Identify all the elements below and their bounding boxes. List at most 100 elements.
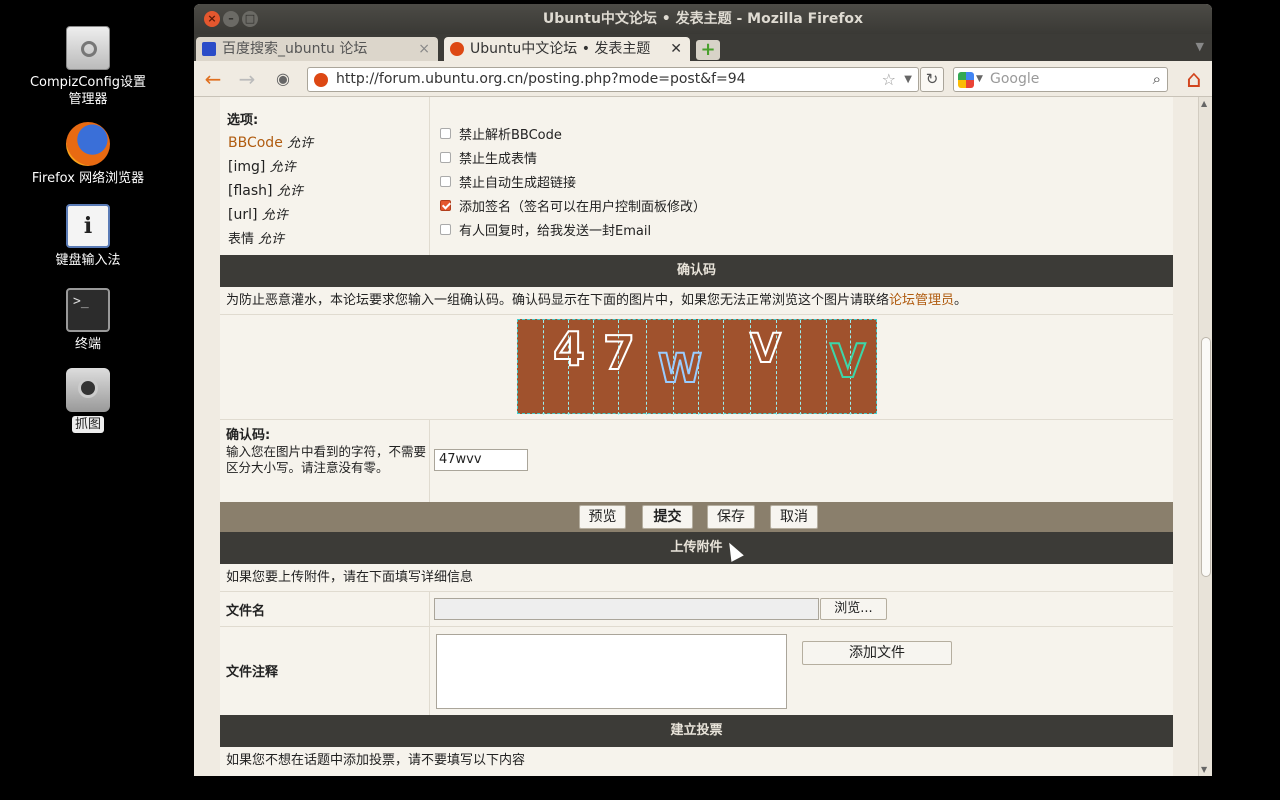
search-placeholder: Google (990, 71, 1040, 87)
search-engine-dropdown-icon[interactable]: ▼ (976, 68, 983, 91)
bookmark-star-icon[interactable]: ☆ (882, 68, 896, 91)
perm-smilies: 表情 允许 (228, 228, 284, 247)
add-file-button[interactable]: 添加文件 (802, 641, 952, 665)
forum-admin-link[interactable]: 论坛管理员 (889, 293, 954, 308)
checkbox[interactable] (440, 224, 451, 235)
history-dropdown-icon[interactable]: ▼ (904, 68, 912, 91)
captcha-notice-end: 。 (954, 293, 968, 308)
forward-button[interactable]: → (234, 67, 260, 91)
close-tab-icon[interactable]: × (418, 37, 430, 61)
filename-label: 文件名 (226, 604, 266, 619)
desktop-icon-label: 键盘输入法 (55, 253, 121, 268)
perm-state: 允许 (261, 208, 288, 223)
url-bar[interactable]: http://forum.ubuntu.org.cn/posting.php?m… (307, 67, 919, 92)
checkbox-checked[interactable] (440, 200, 451, 211)
desktop-icon-label: 抓图 (71, 416, 104, 433)
close-tab-icon[interactable]: ✕ (670, 37, 682, 61)
perm-state: 允许 (269, 160, 296, 175)
captcha-hint: 输入您在图片中看到的字符，不需要区分大小写。请注意没有零。 (226, 444, 427, 475)
new-tab-button[interactable]: + (696, 40, 720, 60)
perm-bbcode: BBCode 允许 (228, 132, 313, 151)
option-label: 禁止自动生成超链接 (459, 176, 577, 191)
scroll-up-icon[interactable]: ▲ (1201, 99, 1207, 108)
checkbox[interactable] (440, 176, 451, 187)
reload-button[interactable]: ↻ (920, 67, 944, 92)
page-content: 选项: BBCode 允许 [img] 允许 [flash] 允许 [url] … (194, 97, 1198, 776)
file-path-input[interactable] (434, 598, 819, 620)
back-button[interactable]: ← (200, 67, 226, 91)
page-scrollbar[interactable]: ▲ ▼ (1198, 97, 1212, 776)
file-comment-row: 文件注释 添加文件 (220, 627, 1173, 715)
captcha-notice: 为防止恶意灌水，本论坛要求您输入一组确认码。确认码显示在下面的图片中，如果您无法… (220, 287, 1173, 315)
baidu-icon (202, 42, 216, 56)
feedback-icon[interactable]: ◉ (270, 67, 296, 91)
ubuntu-icon (450, 42, 464, 56)
tab-baidu-search[interactable]: 百度搜索_ubuntu 论坛 × (196, 37, 438, 61)
tab-list-chevron-icon[interactable]: ▼ (1196, 40, 1204, 53)
desktop-icon-label: 终端 (74, 337, 101, 352)
minimize-window-button[interactable]: – (223, 11, 239, 27)
perm-name: [url] (228, 207, 258, 223)
captcha-input-row: 确认码: 输入您在图片中看到的字符，不需要区分大小写。请注意没有零。 47wvv (220, 420, 1173, 502)
screenshot-icon (66, 368, 110, 412)
attachments-section-header: 上传附件 (220, 532, 1173, 564)
desktop-icon-terminal[interactable]: >_ 终端 (18, 288, 158, 353)
captcha-notice-text: 为防止恶意灌水，本论坛要求您输入一组确认码。确认码显示在下面的图片中，如果您无法… (226, 293, 890, 308)
tab-ubuntu-forum-post[interactable]: Ubuntu中文论坛 • 发表主题 ✕ (444, 37, 690, 61)
checkbox[interactable] (440, 152, 451, 163)
checkbox[interactable] (440, 128, 451, 139)
option-disable-bbcode[interactable]: 禁止解析BBCode (440, 124, 562, 143)
captcha-label-block: 确认码: 输入您在图片中看到的字符，不需要区分大小写。请注意没有零。 (226, 428, 426, 476)
option-disable-magic-url[interactable]: 禁止自动生成超链接 (440, 172, 576, 191)
google-icon[interactable] (958, 72, 974, 88)
file-comment-textarea[interactable] (436, 634, 787, 709)
captcha-image: 4 7 W V V (517, 319, 877, 415)
captcha-label: 确认码: (226, 428, 271, 443)
perm-state: 允许 (287, 136, 314, 151)
desktop-icon-compizconfig[interactable]: CompizConfig设置 管理器 (18, 26, 158, 108)
save-button[interactable]: 保存 (707, 505, 755, 529)
desktop-icon-label: CompizConfig设置 管理器 (29, 75, 147, 107)
search-bar[interactable]: ▼ Google ⌕ (953, 67, 1168, 92)
perm-state: 允许 (258, 232, 285, 247)
search-icon[interactable]: ⌕ (1153, 68, 1161, 91)
bbcode-link[interactable]: BBCode (228, 135, 283, 151)
submit-button[interactable]: 提交 (642, 505, 693, 529)
desktop-icon-keyboard-input[interactable]: i 键盘输入法 (18, 204, 158, 269)
browse-button[interactable]: 浏览... (820, 598, 887, 620)
preview-button[interactable]: 预览 (579, 505, 626, 529)
options-heading: 选项: (227, 113, 259, 128)
cancel-button[interactable]: 取消 (770, 505, 818, 529)
perm-name: [flash] (228, 183, 273, 199)
perm-img: [img] 允许 (228, 156, 296, 175)
terminal-icon: >_ (66, 288, 110, 332)
options-section: 选项: BBCode 允许 [img] 允许 [flash] 允许 [url] … (220, 97, 1173, 255)
captcha-char: 4 (552, 321, 586, 377)
option-disable-smilies[interactable]: 禁止生成表情 (440, 148, 537, 167)
perm-state: 允许 (276, 184, 303, 199)
captcha-section-header: 确认码 (220, 255, 1173, 287)
desktop-icon-screenshot[interactable]: 抓图 (18, 368, 158, 433)
scrollbar-thumb[interactable] (1201, 337, 1211, 577)
keyboard-input-icon: i (66, 204, 110, 248)
close-window-button[interactable]: × (204, 11, 220, 27)
desktop-icon-label: Firefox 网络浏览器 (31, 171, 145, 186)
home-button[interactable]: ⌂ (1180, 65, 1208, 93)
captcha-char: 7 (602, 325, 636, 381)
option-notify-reply[interactable]: 有人回复时，给我发送一封Email (440, 220, 651, 239)
option-attach-signature[interactable]: 添加签名（签名可以在用户控制面板修改） (440, 196, 706, 215)
captcha-input[interactable]: 47wvv (434, 449, 528, 471)
firefox-window: × – □ Ubuntu中文论坛 • 发表主题 - Mozilla Firefo… (194, 4, 1212, 776)
url-text: http://forum.ubuntu.org.cn/posting.php?m… (336, 71, 746, 87)
perm-flash: [flash] 允许 (228, 180, 303, 199)
captcha-char: V (749, 325, 782, 373)
window-titlebar[interactable]: × – □ Ubuntu中文论坛 • 发表主题 - Mozilla Firefo… (194, 4, 1212, 34)
option-label: 添加签名（签名可以在用户控制面板修改） (459, 200, 707, 215)
site-identity-icon[interactable] (314, 73, 328, 87)
window-title: Ubuntu中文论坛 • 发表主题 - Mozilla Firefox (542, 11, 864, 27)
option-label: 禁止解析BBCode (459, 128, 562, 143)
desktop-icon-firefox[interactable]: Firefox 网络浏览器 (18, 122, 158, 187)
tab-label: Ubuntu中文论坛 • 发表主题 (470, 41, 651, 57)
scroll-down-icon[interactable]: ▼ (1201, 765, 1207, 774)
maximize-window-button[interactable]: □ (242, 11, 258, 27)
